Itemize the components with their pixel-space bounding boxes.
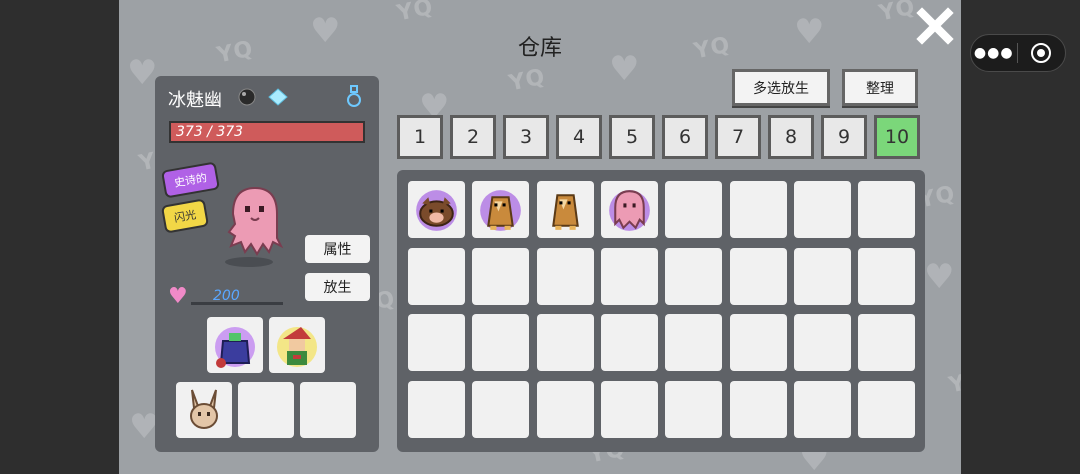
pet-detail-panel: 冰魅幽 373 / 373 史诗的 闪光 属性 放生 ♥ 200 bbox=[155, 76, 379, 452]
more-options-button[interactable]: ●●● bbox=[971, 45, 1017, 61]
watermark: YQ bbox=[394, 0, 436, 27]
target-circle-icon bbox=[1031, 43, 1052, 63]
hp-text: 373 / 373 bbox=[176, 124, 244, 140]
storage-slot[interactable] bbox=[793, 314, 851, 372]
diamond-gem-icon bbox=[268, 88, 288, 106]
rarity-badge-epic: 史诗的 bbox=[160, 161, 221, 199]
storage-slot[interactable] bbox=[665, 247, 723, 305]
storage-slot[interactable] bbox=[408, 314, 465, 372]
storage-slot[interactable] bbox=[858, 314, 916, 372]
storage-slot[interactable] bbox=[408, 381, 465, 439]
hp-bar: 373 / 373 bbox=[169, 121, 365, 143]
page-tab-2[interactable]: 2 bbox=[450, 115, 496, 159]
storage-slot[interactable] bbox=[600, 247, 658, 305]
page-tab-7[interactable]: 7 bbox=[715, 115, 761, 159]
pet-name: 冰魅幽 bbox=[168, 90, 222, 111]
storage-slot[interactable] bbox=[408, 181, 465, 238]
page-tab-1[interactable]: 1 bbox=[397, 115, 443, 159]
storage-slot[interactable] bbox=[793, 181, 851, 238]
companion-slot[interactable] bbox=[300, 382, 356, 438]
page-tab-6[interactable]: 6 bbox=[662, 115, 708, 159]
storage-slot[interactable] bbox=[536, 247, 594, 305]
red-hat-character-icon bbox=[277, 327, 317, 367]
close-button[interactable] bbox=[913, 4, 957, 48]
mini-program-capsule: ●●● bbox=[970, 34, 1066, 72]
equipment-slot[interactable] bbox=[207, 317, 263, 373]
storage-slot[interactable] bbox=[536, 181, 594, 238]
storage-slot[interactable] bbox=[729, 181, 787, 238]
owl-creature-icon bbox=[551, 194, 579, 230]
purple-bag-item-icon bbox=[215, 327, 255, 368]
pig-creature-icon bbox=[416, 190, 457, 231]
release-button[interactable]: 放生 bbox=[305, 273, 370, 301]
page-title: 仓库 bbox=[517, 36, 562, 61]
storage-slot[interactable] bbox=[536, 381, 594, 439]
attributes-button[interactable]: 属性 bbox=[305, 235, 370, 263]
pink-ghost-pet-sprite bbox=[225, 186, 284, 267]
page-tab-3[interactable]: 3 bbox=[503, 115, 549, 159]
storage-slot[interactable] bbox=[472, 181, 530, 238]
storage-slot[interactable] bbox=[858, 381, 916, 439]
storage-slot[interactable] bbox=[665, 181, 723, 238]
storage-slot[interactable] bbox=[729, 314, 787, 372]
page-tab-9[interactable]: 9 bbox=[821, 115, 867, 159]
watermark: YQ bbox=[506, 64, 548, 97]
black-ball-icon bbox=[238, 88, 256, 106]
storage-slot[interactable] bbox=[600, 181, 658, 238]
close-icon bbox=[916, 7, 954, 45]
equipment-slot[interactable] bbox=[269, 317, 325, 373]
affection-value: 200 bbox=[213, 288, 240, 304]
storage-slot[interactable] bbox=[472, 381, 530, 439]
companion-slot[interactable] bbox=[176, 382, 232, 438]
storage-slot[interactable] bbox=[793, 247, 851, 305]
page-tab-8[interactable]: 8 bbox=[768, 115, 814, 159]
storage-slot[interactable] bbox=[858, 181, 916, 238]
watermark: YQ bbox=[876, 0, 918, 27]
affection-heart-icon: ♥ bbox=[168, 284, 188, 309]
storage-slot[interactable] bbox=[729, 247, 787, 305]
exit-mini-program-button[interactable] bbox=[1018, 42, 1066, 64]
page-tab-4[interactable]: 4 bbox=[556, 115, 602, 159]
storage-slot[interactable] bbox=[600, 314, 658, 372]
storage-grid bbox=[397, 170, 925, 452]
storage-slot[interactable] bbox=[793, 381, 851, 439]
storage-slot[interactable] bbox=[858, 247, 916, 305]
storage-slot[interactable] bbox=[536, 314, 594, 372]
multi-release-button[interactable]: 多选放生 bbox=[732, 69, 830, 106]
heart-pattern-icon: ♥ bbox=[924, 257, 955, 297]
storage-slot[interactable] bbox=[665, 381, 723, 439]
storage-slot[interactable] bbox=[408, 247, 465, 305]
sort-button[interactable]: 整理 bbox=[842, 69, 918, 106]
storage-slot[interactable] bbox=[665, 314, 723, 372]
companion-slot[interactable] bbox=[238, 382, 294, 438]
storage-slot[interactable] bbox=[729, 381, 787, 439]
more-dots-icon: ●●● bbox=[973, 45, 1014, 61]
potion-flask-icon[interactable] bbox=[344, 85, 364, 109]
owl-creature-icon-shiny bbox=[480, 190, 522, 231]
bunny-creature-icon bbox=[190, 389, 218, 429]
storage-slot[interactable] bbox=[600, 381, 658, 439]
storage-slot[interactable] bbox=[472, 314, 530, 372]
page-tab-10[interactable]: 10 bbox=[874, 115, 920, 159]
pink-ghost-creature-icon bbox=[609, 190, 650, 231]
page-tab-5[interactable]: 5 bbox=[609, 115, 655, 159]
storage-slot[interactable] bbox=[472, 247, 530, 305]
watermark: YQ bbox=[946, 366, 961, 399]
shiny-badge: 闪光 bbox=[160, 198, 210, 234]
